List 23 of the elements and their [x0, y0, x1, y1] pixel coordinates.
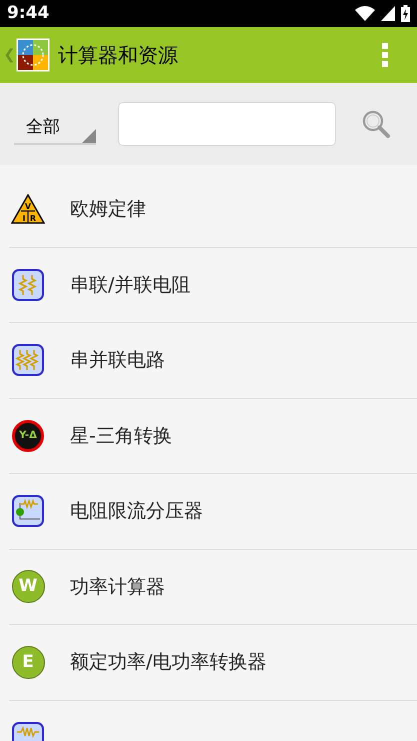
wifi-icon	[355, 6, 375, 21]
list-item[interactable]: 电阻限流分压器	[9, 474, 417, 550]
app-logo-icon[interactable]	[16, 38, 50, 72]
search-field[interactable]	[118, 102, 336, 146]
app-title: 计算器和资源	[58, 42, 179, 69]
list-item[interactable]: 串并联电路	[9, 323, 417, 398]
list-item[interactable]: E 额定功率/电功率转换器	[9, 625, 417, 700]
search-icon[interactable]	[362, 110, 390, 138]
category-dropdown[interactable]: 全部	[14, 113, 96, 145]
letter-badge-icon: E	[12, 646, 44, 679]
battery-icon	[401, 5, 410, 22]
letter-badge-icon: W	[12, 570, 44, 604]
list-item[interactable]: W 功率计算器	[9, 550, 417, 625]
list-item[interactable]: Y-Δ 星-三角转换	[9, 398, 417, 474]
list-item[interactable]: 串联/并联电阻	[9, 248, 417, 323]
resistors-icon	[12, 268, 44, 301]
star-delta-icon: Y-Δ	[12, 420, 44, 452]
list-item[interactable]: V I R 欧姆定律	[9, 172, 417, 248]
status-time: 9:44	[7, 2, 50, 25]
warning-triangle-icon: V I R	[11, 194, 45, 224]
circuit-icon	[12, 495, 44, 528]
resistors-icon	[12, 344, 44, 376]
signal-icon	[381, 6, 395, 21]
